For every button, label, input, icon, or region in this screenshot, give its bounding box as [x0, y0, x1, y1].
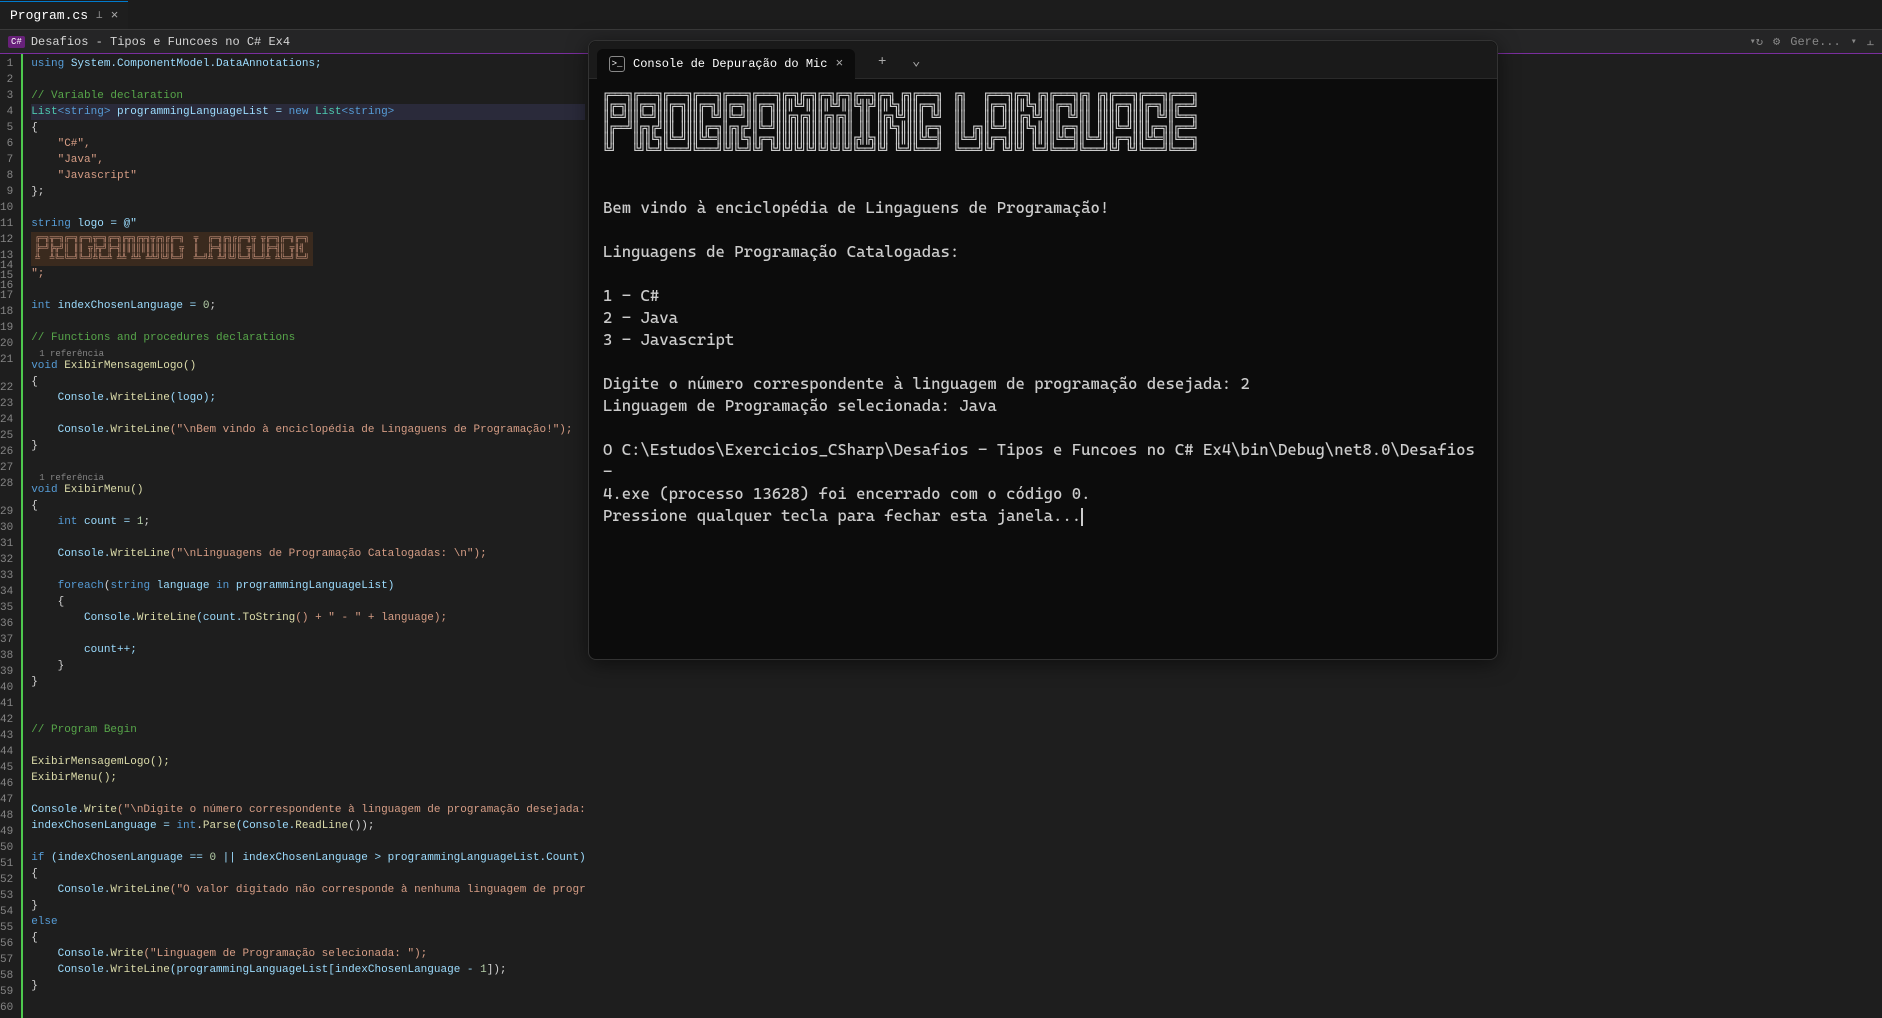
console-tab[interactable]: >_ Console de Depuração do Mic ×	[597, 49, 855, 79]
console-titlebar[interactable]: >_ Console de Depuração do Mic × + ⌄	[589, 41, 1497, 79]
console-line: 4.exe (processo 13628) foi encerrado com…	[603, 484, 1091, 503]
project-label: Desafios - Tipos e Funcoes no C# Ex4	[31, 35, 290, 49]
code-content[interactable]: using System.ComponentModel.DataAnnotati…	[21, 54, 585, 1018]
console-line: Bem vindo à enciclopédia de Lingaguens d…	[603, 198, 1109, 217]
codelens-reference[interactable]: 1 referência	[31, 470, 585, 482]
sync-icon[interactable]: ↻	[1756, 34, 1763, 49]
new-tab-button[interactable]: +	[867, 47, 897, 77]
codelens-reference[interactable]: 1 referência	[31, 346, 585, 358]
console-tab-title: Console de Depuração do Mic	[633, 57, 827, 71]
line-number-column: 1234567891011121314151617181920212223242…	[0, 54, 21, 1018]
csharp-badge-icon: C#	[8, 36, 25, 48]
cursor-icon	[1081, 508, 1083, 526]
ascii-logo-string: ╔═╗╦═╗╔═╗╔═╗╦═╗╔═╗╔╦╗╔╦╗╦╔╗╔╔═╗ ╦ ╔═╗╔╗╔…	[31, 232, 585, 266]
ascii-banner: ╔═══╗╔═══╗╔═══╗╔═══╗╔═══╗╔═══╗╔═╗╔═╗╔═╗╔…	[603, 89, 1483, 155]
generate-dropdown[interactable]: Gere...	[1790, 35, 1840, 49]
console-line: Digite o número correspondente à linguag…	[603, 374, 1250, 393]
file-tab-label: Program.cs	[10, 8, 88, 23]
pin-icon[interactable]: ⟂	[96, 8, 103, 22]
code-editor[interactable]: 1234567891011121314151617181920212223242…	[0, 54, 585, 1018]
console-line: Pressione qualquer tecla para fechar est…	[603, 506, 1081, 525]
console-line: 3 - Javascript	[603, 330, 734, 349]
chevron-down-icon: ▾	[1851, 36, 1857, 48]
editor-tab-bar: Program.cs ⟂ ×	[0, 0, 1882, 30]
console-line: Linguagem de Programação selecionada: Ja…	[603, 396, 997, 415]
chevron-down-icon[interactable]: ⌄	[901, 47, 931, 77]
file-tab-program[interactable]: Program.cs ⟂ ×	[0, 1, 128, 29]
close-icon[interactable]: ×	[835, 56, 843, 71]
console-line: Linguagens de Programação Catalogadas:	[603, 242, 959, 261]
scrollbar[interactable]	[1868, 54, 1882, 1018]
console-line: 1 - C#	[603, 286, 659, 305]
debug-console-window: >_ Console de Depuração do Mic × + ⌄ ╔══…	[588, 40, 1498, 660]
console-line: 2 - Java	[603, 308, 678, 327]
gear-icon[interactable]: ⚙	[1773, 34, 1780, 49]
console-output[interactable]: ╔═══╗╔═══╗╔═══╗╔═══╗╔═══╗╔═══╗╔═╗╔═╗╔═╗╔…	[589, 79, 1497, 659]
close-icon[interactable]: ×	[111, 8, 119, 23]
terminal-icon: >_	[609, 56, 625, 72]
console-line: O C:\Estudos\Exercicios_CSharp\Desafios …	[603, 440, 1484, 481]
pin-icon[interactable]: ⫠	[1867, 35, 1874, 49]
